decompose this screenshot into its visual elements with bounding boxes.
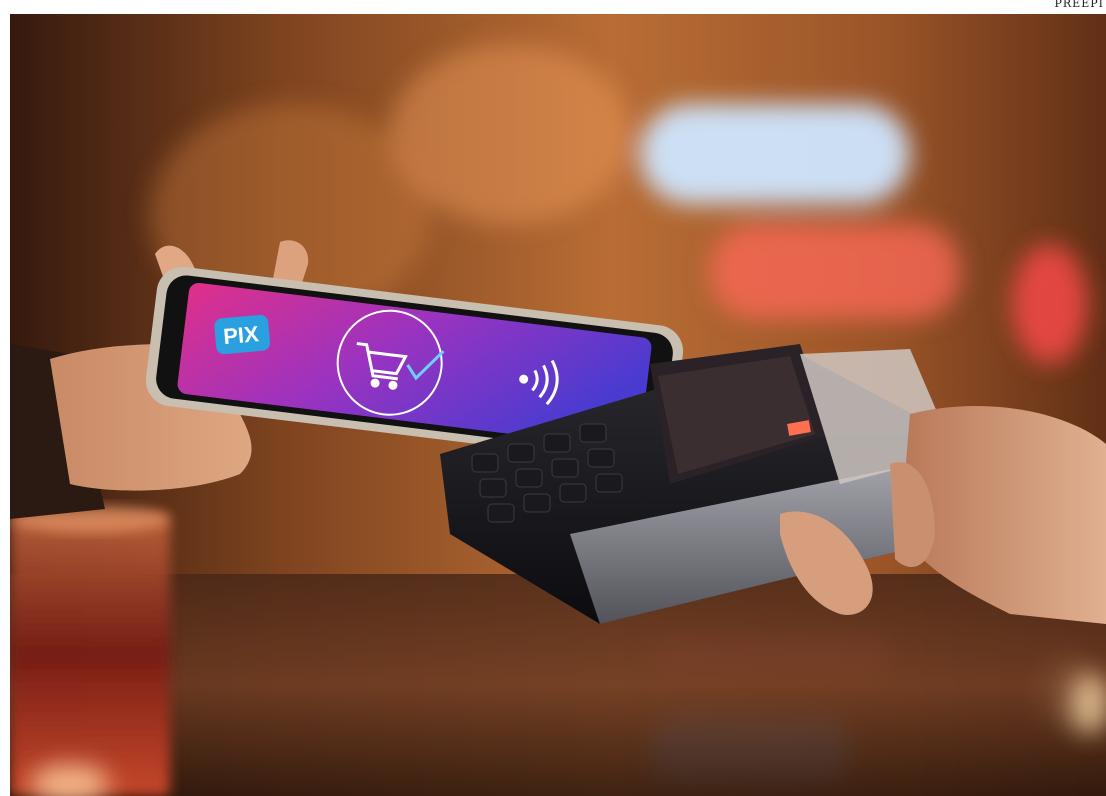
- corner-label: PREEPI: [1054, 0, 1104, 10]
- page: PREEPI PIX: [0, 0, 1106, 796]
- svg-text:PIX: PIX: [222, 321, 260, 349]
- table-surface: [10, 574, 1106, 796]
- glass: [10, 505, 170, 796]
- photo: PIX: [10, 14, 1106, 796]
